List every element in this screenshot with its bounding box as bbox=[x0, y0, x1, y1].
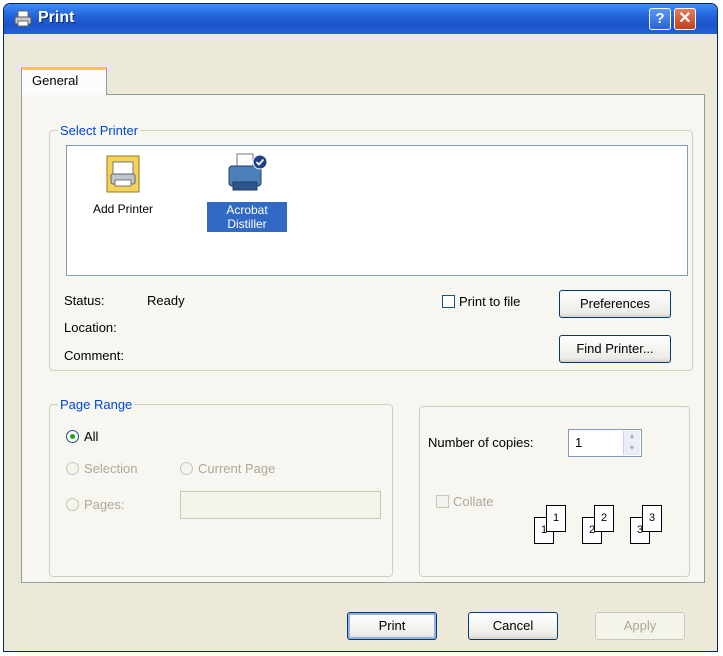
pages-input[interactable] bbox=[180, 491, 381, 519]
print-to-file-label: Print to file bbox=[459, 294, 521, 309]
location-label: Location: bbox=[64, 320, 117, 335]
page-range-group: Page Range bbox=[49, 397, 393, 577]
copies-stepper[interactable]: 1 ▲ ▼ bbox=[568, 429, 642, 457]
current-page-radio[interactable]: Current Page bbox=[180, 461, 275, 476]
find-printer-button[interactable]: Find Printer... bbox=[559, 335, 671, 363]
collate-checkbox[interactable]: Collate bbox=[432, 494, 493, 509]
all-label: All bbox=[84, 429, 99, 444]
collate-page: 3 bbox=[642, 505, 662, 532]
printer-icon bbox=[228, 153, 268, 191]
radio-button[interactable] bbox=[66, 498, 79, 511]
help-button[interactable]: ? bbox=[649, 8, 671, 30]
current-page-label: Current Page bbox=[198, 461, 276, 476]
checkbox-box[interactable] bbox=[436, 495, 449, 508]
printer-label: Acrobat Distiller bbox=[207, 202, 287, 232]
status-label: Status: bbox=[64, 293, 105, 308]
radio-button[interactable] bbox=[180, 462, 193, 475]
preferences-button[interactable]: Preferences bbox=[559, 290, 671, 318]
cancel-button[interactable]: Cancel bbox=[468, 612, 558, 640]
collate-page: 1 bbox=[546, 505, 566, 532]
checkbox-box[interactable] bbox=[442, 295, 455, 308]
spin-down-icon[interactable]: ▼ bbox=[624, 443, 640, 455]
add-printer-icon bbox=[106, 155, 140, 193]
print-dialog: Print ? ✕ General Select Printer Add Pri… bbox=[3, 3, 718, 652]
all-radio[interactable]: All bbox=[66, 429, 98, 444]
tab-general[interactable]: General bbox=[21, 67, 107, 95]
print-button[interactable]: Print bbox=[347, 612, 437, 640]
radio-button[interactable] bbox=[66, 462, 79, 475]
copies-value[interactable]: 1 bbox=[575, 435, 582, 450]
collate-illustration: 1 1 2 2 3 3 bbox=[528, 503, 678, 553]
radio-button[interactable] bbox=[66, 430, 79, 443]
printer-list[interactable]: Add Printer Acrobat Distiller bbox=[66, 145, 688, 276]
printer-icon bbox=[14, 10, 32, 27]
apply-button[interactable]: Apply bbox=[595, 612, 685, 640]
tab-general-label: General bbox=[32, 73, 79, 88]
window-title: Print bbox=[38, 9, 75, 26]
printer-item-add-printer[interactable]: Add Printer bbox=[83, 152, 163, 216]
collate-label: Collate bbox=[453, 494, 494, 509]
status-value: Ready bbox=[147, 293, 185, 308]
page-range-legend: Page Range bbox=[60, 397, 133, 412]
spin-arrows[interactable]: ▲ ▼ bbox=[623, 431, 640, 455]
comment-label: Comment: bbox=[64, 348, 124, 363]
select-printer-legend: Select Printer bbox=[60, 123, 139, 138]
printer-label: Add Printer bbox=[92, 202, 154, 216]
selection-radio[interactable]: Selection bbox=[66, 461, 137, 476]
close-button[interactable]: ✕ bbox=[674, 8, 696, 30]
copies-label: Number of copies: bbox=[428, 435, 534, 450]
title-bar[interactable]: Print ? ✕ bbox=[4, 4, 717, 34]
spin-up-icon[interactable]: ▲ bbox=[624, 431, 640, 443]
printer-item-acrobat-distiller[interactable]: Acrobat Distiller bbox=[207, 152, 287, 232]
collate-page: 2 bbox=[594, 505, 614, 532]
selection-label: Selection bbox=[84, 461, 138, 476]
pages-radio[interactable]: Pages: bbox=[66, 497, 124, 512]
pages-label: Pages: bbox=[84, 497, 125, 512]
print-to-file-checkbox[interactable]: Print to file bbox=[442, 294, 520, 309]
general-panel: Select Printer Add Printer Acrobat Disti… bbox=[21, 94, 705, 583]
